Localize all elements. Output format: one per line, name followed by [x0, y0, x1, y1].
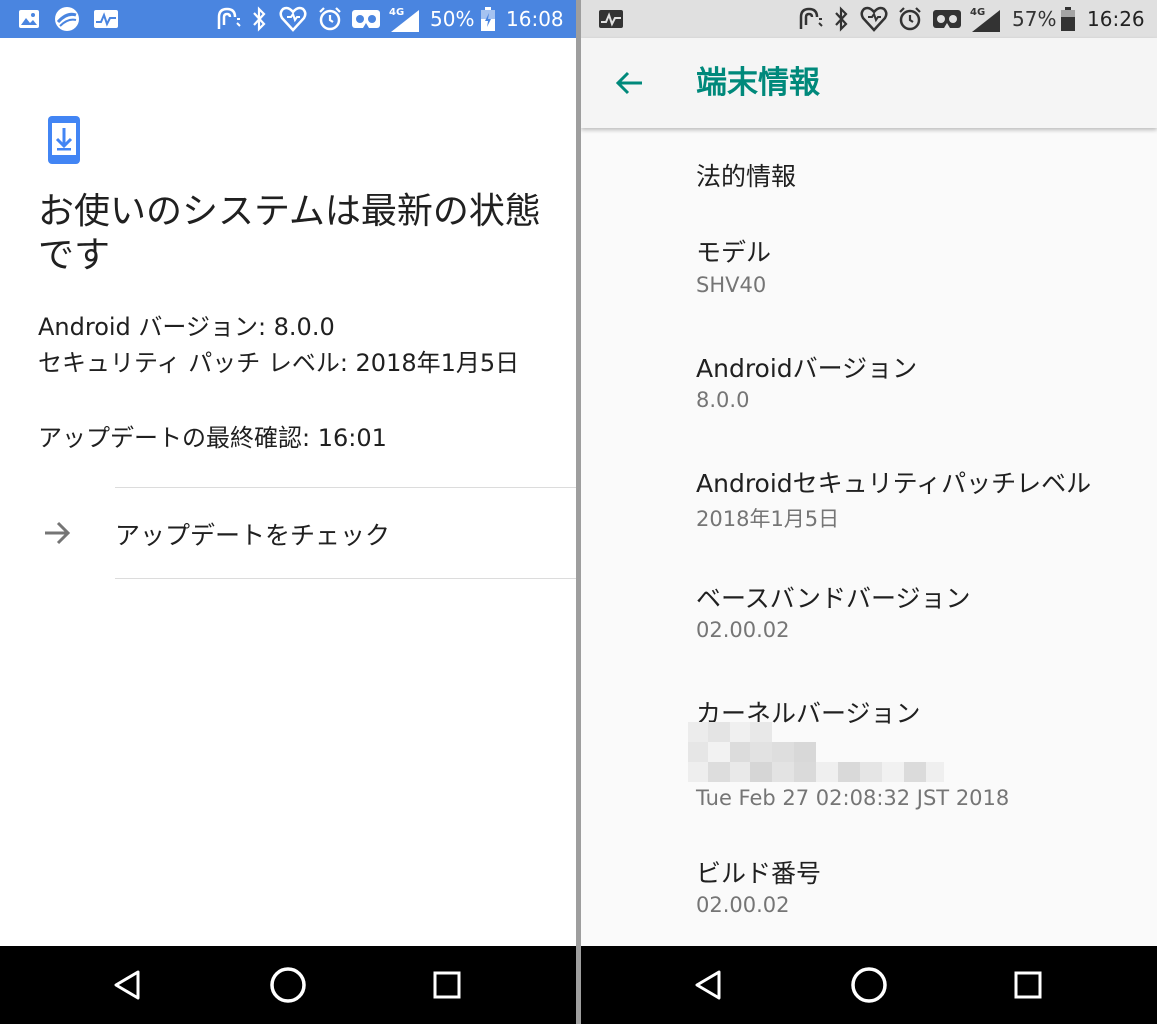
item-title: ビルド番号 — [696, 859, 822, 888]
update-status-heading: お使いのシステムは最新の状態です — [38, 191, 541, 276]
navigation-bar — [0, 946, 576, 1024]
battery-percent: 57% — [1012, 7, 1057, 31]
android-version-text: Android バージョン: 8.0.0 — [38, 313, 335, 341]
item-title: 法的情報 — [696, 162, 797, 191]
check-update-label: アップデートをチェック — [115, 521, 391, 550]
item-title: Androidバージョン — [696, 354, 918, 383]
item-value: 02.00.02 — [696, 618, 790, 642]
status-bar: 4G 57% 16:26 — [581, 0, 1157, 38]
system-update-icon — [47, 115, 81, 169]
nav-recents-icon[interactable] — [998, 960, 1058, 1010]
network-type: 4G — [389, 7, 404, 18]
bluetooth-icon — [248, 0, 270, 38]
nav-home-icon[interactable] — [258, 960, 318, 1010]
item-title: ベースバンドバージョン — [696, 584, 971, 613]
item-value: SHV40 — [696, 273, 767, 297]
battery-percent: 50% — [430, 7, 475, 31]
item-title: モデル — [696, 238, 772, 267]
device-info-screen: 4G 57% 16:26 端末情報 法的情報 モデル SHV40 Android… — [581, 0, 1157, 1024]
vr-icon — [350, 0, 382, 38]
item-value: 8.0.0 — [696, 388, 750, 412]
nav-home-icon[interactable] — [839, 960, 899, 1010]
gallery-icon — [16, 0, 42, 38]
activity-icon — [597, 0, 625, 38]
heart-icon — [278, 0, 308, 38]
signal-icon: 4G — [967, 0, 1003, 38]
item-value: 02.00.02 — [696, 893, 790, 917]
bluetooth-icon — [830, 0, 852, 38]
status-bar: 4G 50% 16:08 — [0, 0, 576, 38]
check-update-button[interactable]: アップデートをチェック — [0, 488, 576, 578]
alarm-icon — [316, 0, 344, 38]
nav-back-icon[interactable] — [97, 960, 157, 1010]
alarm-icon — [896, 0, 924, 38]
nav-recents-icon[interactable] — [417, 960, 477, 1010]
heart-icon — [859, 0, 889, 38]
app-bar: 端末情報 — [581, 38, 1157, 128]
pixelated-redaction — [688, 722, 944, 782]
vr-icon — [931, 0, 963, 38]
navigation-bar — [581, 946, 1157, 1024]
item-title: Androidセキュリティパッチレベル — [696, 469, 1092, 498]
arrow-right-icon — [42, 518, 72, 552]
clock: 16:26 — [1087, 7, 1145, 31]
item-value: 2018年1月5日 — [696, 507, 840, 531]
back-arrow-icon[interactable] — [605, 59, 653, 107]
battery-icon — [1059, 0, 1077, 38]
item-value: Tue Feb 27 02:08:32 JST 2018 — [696, 786, 1010, 810]
nfc-icon — [212, 0, 242, 38]
nav-back-icon[interactable] — [678, 960, 738, 1010]
page-title: 端末情報 — [696, 65, 820, 101]
security-patch-text: セキュリティ パッチ レベル: 2018年1月5日 — [38, 349, 520, 377]
last-check-text: アップデートの最終確認: 16:01 — [38, 424, 387, 452]
activity-icon — [92, 0, 120, 38]
divider — [115, 578, 576, 579]
network-type: 4G — [970, 7, 985, 18]
nfc-icon — [794, 0, 824, 38]
clock: 16:08 — [506, 7, 564, 31]
system-update-screen: 4G 50% 16:08 お使いのシステムは最新の状態です Android バー… — [0, 0, 576, 1024]
battery-icon — [479, 0, 497, 38]
signal-icon: 4G — [386, 0, 422, 38]
trend-micro-icon — [53, 0, 81, 38]
